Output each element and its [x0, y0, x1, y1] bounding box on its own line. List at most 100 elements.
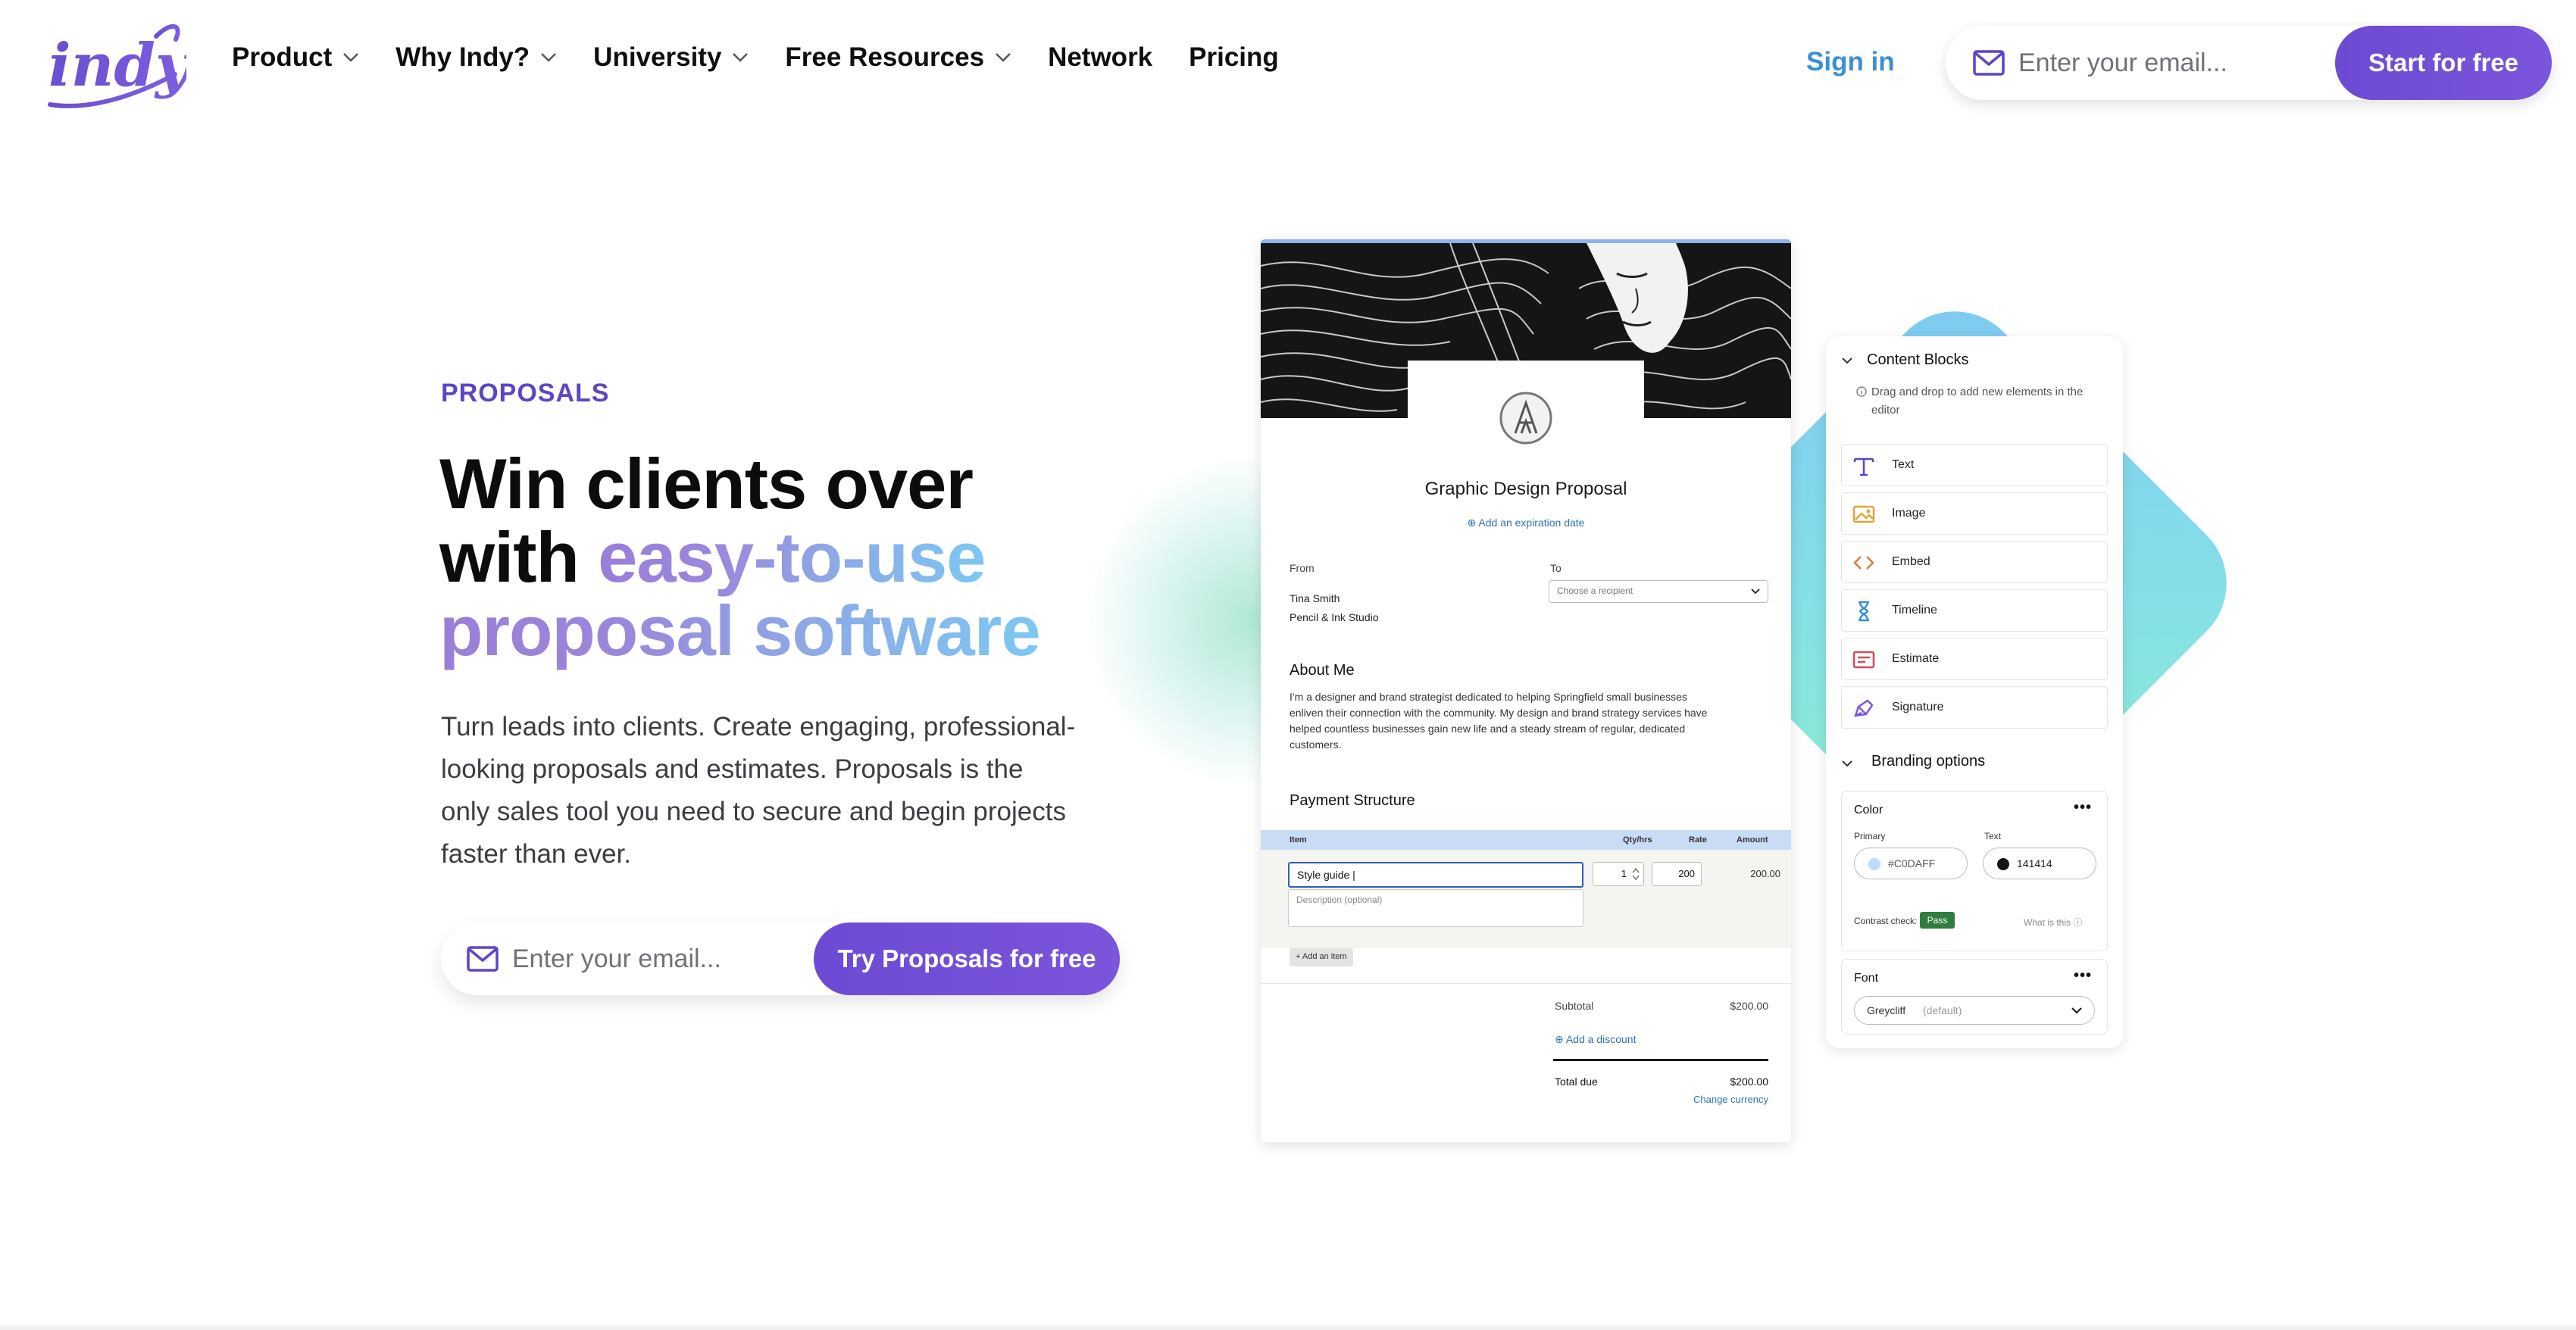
try-proposals-button[interactable]: Try Proposals for free	[814, 923, 1120, 995]
block-timeline[interactable]: Timeline	[1841, 589, 2108, 632]
block-embed[interactable]: Embed	[1841, 541, 2108, 583]
site-header: indy Product Why Indy? University Free R…	[0, 0, 2576, 126]
col-item: Item	[1290, 835, 1307, 845]
chevron-down-icon[interactable]	[1841, 759, 1853, 768]
chevron-down-icon	[343, 53, 359, 62]
eyebrow-label: PROPOSALS	[441, 379, 610, 407]
chevron-down-icon[interactable]	[1841, 356, 1853, 365]
subtotal-value: $200.00	[1730, 1000, 1768, 1012]
headline-line-2-gradient: easy-to-use	[598, 517, 986, 597]
drag-drop-note: Drag and drop to add new elements in the…	[1871, 386, 2084, 417]
recipient-select[interactable]: Choose a recipient	[1549, 580, 1768, 603]
about-text: I'm a designer and brand strategist dedi…	[1290, 691, 1708, 751]
chevron-down-icon	[541, 53, 557, 62]
nav-label: Pricing	[1189, 42, 1279, 72]
primary-color-value: #C0DAFF	[1888, 857, 1936, 869]
hero-headline: Win clients over with easy-to-use propos…	[439, 447, 1152, 667]
more-options-icon[interactable]: •••	[2074, 799, 2092, 816]
info-icon	[1856, 386, 1867, 397]
item-name-input[interactable]: Style guide |	[1288, 862, 1583, 888]
editor-side-panel: Content Blocks Drag and drop to add new …	[1826, 336, 2123, 1048]
block-label: Image	[1892, 507, 1926, 520]
font-label: Font	[1854, 972, 1879, 985]
block-estimate[interactable]: Estimate	[1841, 638, 2108, 680]
proposal-document-preview: Graphic Design Proposal ⊕ Add an expirat…	[1261, 239, 1791, 1142]
block-signature[interactable]: Signature	[1841, 686, 2108, 729]
header-signup-form: Start for free	[1946, 26, 2552, 100]
what-is-this-link[interactable]: What is this ⓘ	[2024, 916, 2082, 929]
embed-icon	[1853, 556, 1874, 570]
line-items-header: Item Qty/hrs Rate Amount	[1261, 830, 1791, 850]
block-label: Timeline	[1892, 604, 1937, 617]
text-color-input[interactable]: 141414	[1983, 848, 2096, 879]
hero-signup-form: Try Proposals for free	[441, 923, 1120, 995]
block-text[interactable]: Text	[1841, 444, 2108, 486]
recipient-placeholder: Choose a recipient	[1557, 585, 1633, 596]
block-label: Embed	[1892, 555, 1930, 568]
headline-line-2-plain: with	[439, 517, 599, 597]
change-currency-link[interactable]: Change currency	[1677, 1094, 1768, 1105]
color-label: Color	[1854, 804, 1884, 816]
main-nav: Product Why Indy? University Free Resour…	[232, 42, 1315, 73]
subtotal-label: Subtotal	[1555, 1000, 1594, 1012]
text-color-value: 141414	[2017, 857, 2052, 869]
timeline-icon	[1859, 601, 1869, 622]
font-default-tag: (default)	[1923, 1004, 1962, 1016]
add-expiration-link[interactable]: ⊕ Add an expiration date	[1261, 517, 1791, 529]
nav-why-indy[interactable]: Why Indy?	[395, 42, 557, 73]
nav-product[interactable]: Product	[232, 42, 359, 73]
stepper-arrows-icon	[1632, 867, 1640, 881]
mail-icon	[467, 946, 499, 972]
estimate-icon	[1852, 651, 1875, 669]
mail-icon	[1973, 50, 2005, 76]
primary-swatch	[1868, 858, 1880, 870]
hero-email-input[interactable]	[512, 938, 762, 980]
total-rule	[1553, 1059, 1768, 1061]
add-item-button[interactable]: + Add an item	[1290, 948, 1353, 966]
sign-in-link[interactable]: Sign in	[1806, 47, 1895, 77]
col-amount: Amount	[1737, 835, 1768, 845]
rate-input[interactable]: 200	[1652, 862, 1702, 886]
section-divider	[0, 1322, 2576, 1330]
nav-label: Network	[1048, 42, 1153, 72]
item-description-input[interactable]: Description (optional)	[1288, 889, 1583, 927]
nav-pricing[interactable]: Pricing	[1189, 42, 1279, 73]
total-due-label: Total due	[1555, 1076, 1598, 1088]
sender-company: Pencil & Ink Studio	[1290, 611, 1379, 623]
nav-university[interactable]: University	[593, 42, 749, 73]
font-select[interactable]: Greycliff (default)	[1854, 996, 2095, 1025]
block-image[interactable]: Image	[1841, 492, 2108, 535]
hero-subcopy: Turn leads into clients. Create engaging…	[441, 712, 1076, 869]
chevron-down-icon	[1751, 589, 1760, 595]
block-label: Estimate	[1892, 652, 1940, 665]
header-email-input[interactable]	[2018, 41, 2321, 85]
start-for-free-button[interactable]: Start for free	[2335, 26, 2552, 100]
more-options-icon[interactable]: •••	[2074, 967, 2092, 985]
nav-label: Free Resources	[785, 42, 985, 72]
to-label: To	[1550, 562, 1562, 574]
qty-stepper[interactable]: 1	[1593, 862, 1644, 886]
line-amount: 200.00	[1750, 868, 1780, 879]
nav-network[interactable]: Network	[1048, 42, 1152, 73]
nav-label: Why Indy?	[395, 42, 530, 72]
about-heading: About Me	[1290, 662, 1355, 679]
contrast-pass-badge: Pass	[1920, 912, 1955, 929]
image-icon	[1852, 505, 1875, 523]
total-due-value: $200.00	[1730, 1076, 1768, 1088]
nav-free-resources[interactable]: Free Resources	[785, 42, 1011, 73]
content-blocks-heading: Content Blocks	[1867, 351, 1969, 368]
nav-label: University	[593, 42, 722, 72]
add-discount-link[interactable]: ⊕ Add a discount	[1555, 1033, 1636, 1046]
svg-text:indy: indy	[48, 31, 186, 100]
headline-line-3-gradient: proposal software	[439, 591, 1041, 670]
font-value: Greycliff	[1867, 1004, 1906, 1016]
nav-label: Product	[232, 42, 333, 72]
primary-color-input[interactable]: #C0DAFF	[1854, 848, 1968, 879]
sender-name: Tina Smith	[1290, 592, 1340, 604]
headline-line-1: Win clients over	[439, 444, 974, 523]
text-swatch	[1997, 858, 2009, 870]
col-rate: Rate	[1689, 835, 1707, 845]
indy-logo[interactable]: indy	[42, 14, 186, 112]
payment-heading: Payment Structure	[1290, 792, 1415, 809]
text-color-label: Text	[1984, 831, 2002, 841]
